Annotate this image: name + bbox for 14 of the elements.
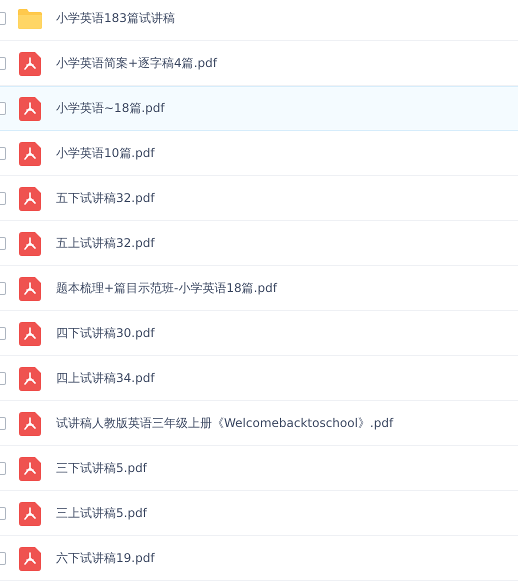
file-name: 四下试讲稿30.pdf	[56, 325, 155, 342]
file-name: 试讲稿人教版英语三年级上册《Welcomebacktoschool》.pdf	[56, 415, 394, 432]
file-name: 三下试讲稿5.pdf	[56, 460, 147, 477]
file-name: 五下试讲稿32.pdf	[56, 190, 155, 207]
file-name: 五上试讲稿32.pdf	[56, 235, 155, 252]
file-name: 题本梳理+篇目示范班-小学英语18篇.pdf	[56, 280, 277, 297]
file-name: 三上试讲稿5.pdf	[56, 505, 147, 522]
file-name: 小学英语10篇.pdf	[56, 145, 155, 162]
file-name: 四上试讲稿34.pdf	[56, 370, 155, 387]
file-name: 小学英语简案+逐字稿4篇.pdf	[56, 55, 217, 72]
file-name: 小学英语~18篇.pdf	[56, 100, 165, 117]
file-row[interactable]: 小学英语~18篇.pdf	[0, 86, 518, 131]
file-name: 六下试讲稿19.pdf	[56, 550, 155, 567]
file-name: 小学英语183篇试讲稿	[56, 10, 175, 27]
